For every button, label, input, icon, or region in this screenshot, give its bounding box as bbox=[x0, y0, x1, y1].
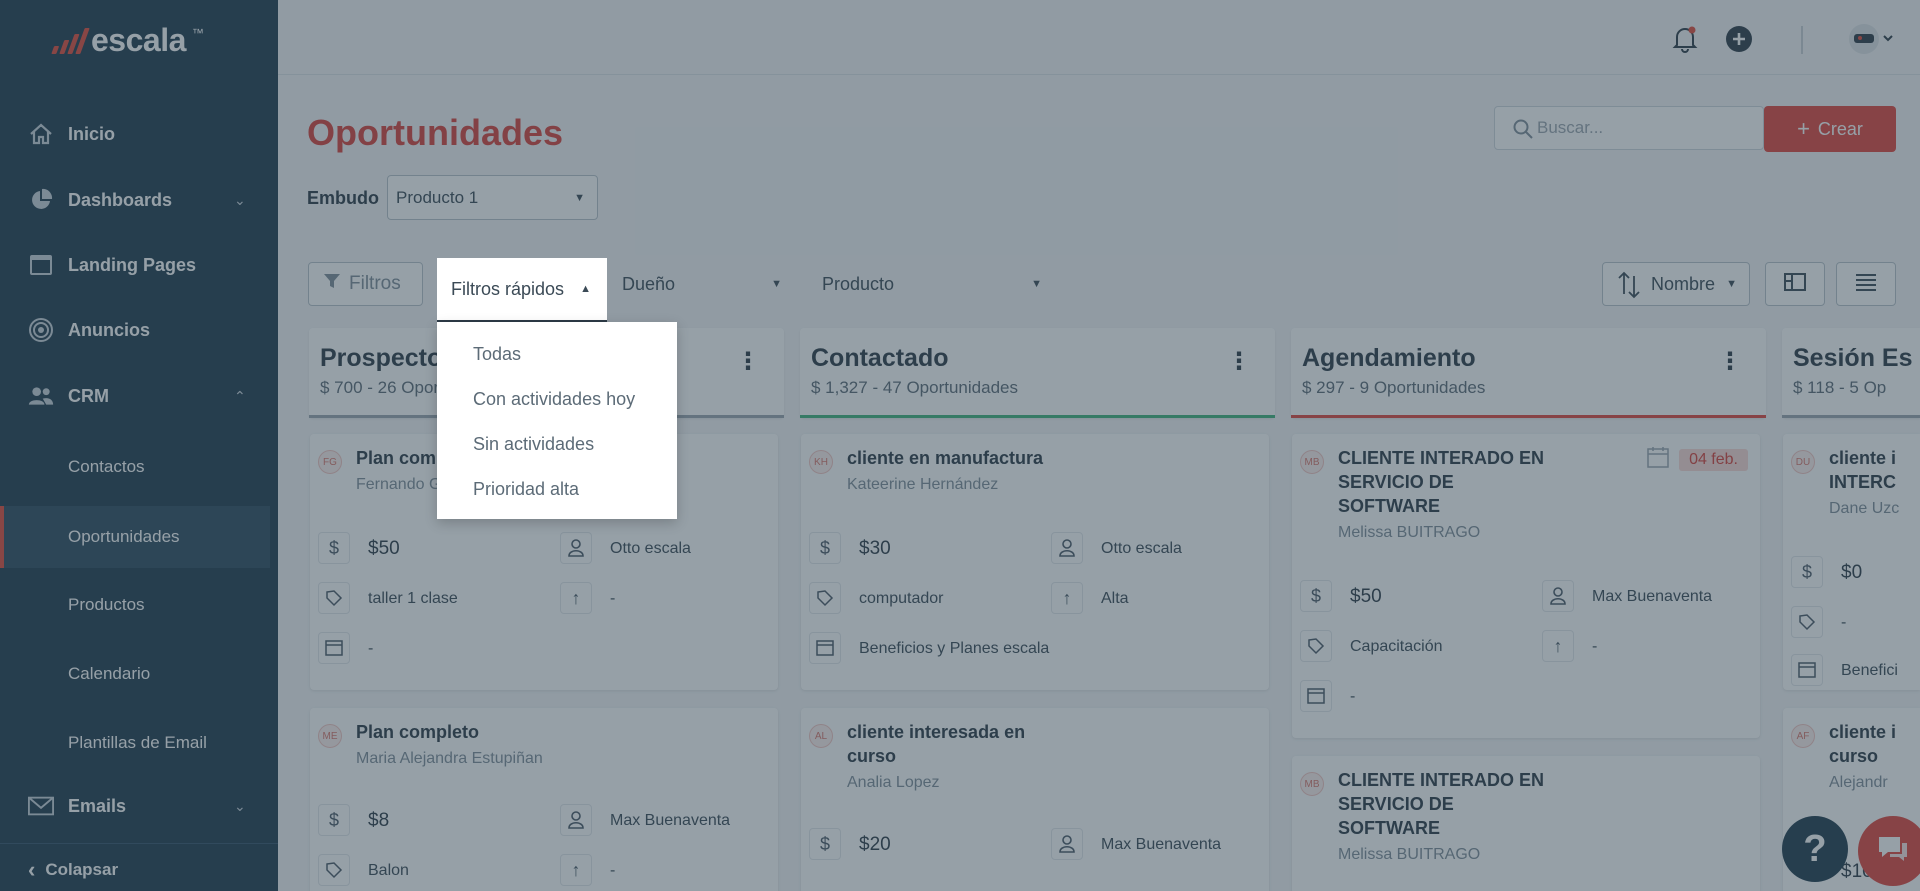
quick-filter-prioridad-alta[interactable]: Prioridad alta bbox=[437, 467, 677, 512]
quick-filter-sin-actividades[interactable]: Sin actividades bbox=[437, 422, 677, 467]
quick-filter-todas[interactable]: Todas bbox=[437, 332, 677, 377]
caret-up-icon: ▲ bbox=[580, 283, 591, 295]
quick-filter-actividades-hoy[interactable]: Con actividades hoy bbox=[437, 377, 677, 422]
filtros-rapidos-menu: Todas Con actividades hoy Sin actividade… bbox=[437, 322, 677, 519]
dropdown-backdrop[interactable] bbox=[0, 0, 1920, 891]
filtros-rapidos-button[interactable]: Filtros rápidos ▲ bbox=[437, 258, 607, 322]
